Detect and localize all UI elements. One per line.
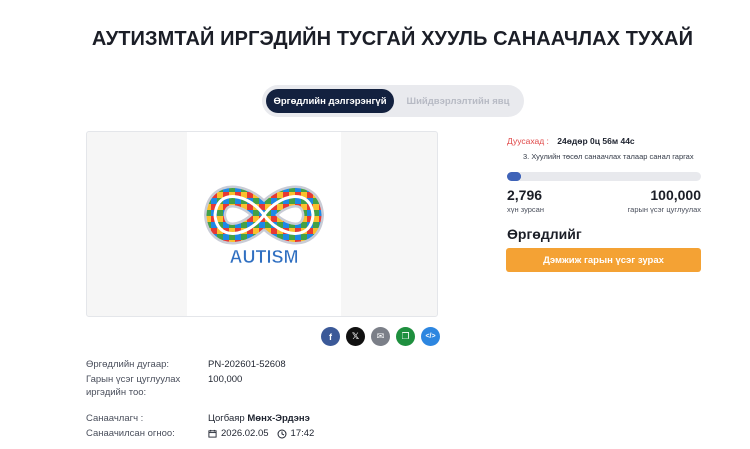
clock-icon — [277, 429, 287, 438]
target-value: 100,000 — [208, 374, 243, 385]
calendar-icon — [208, 429, 217, 438]
signed-label: хүн зурсан — [507, 205, 544, 214]
current-step: 3. Хуулийн төсөл санаачлах талаар санал … — [523, 152, 694, 161]
target-label-line2: иргэдийн тоо: — [86, 387, 147, 398]
initiator-name: Цогбаяр Мөнх-Эрдэнэ — [208, 412, 310, 425]
copy-icon: ❐ — [401, 331, 410, 341]
petition-image: AUTISM — [86, 131, 438, 317]
petition-number-value: PN-202601-52608 — [208, 359, 286, 370]
time-value: 17:42 — [290, 428, 315, 439]
autism-logo-text: AUTISM — [230, 247, 299, 267]
x-share-button[interactable]: 𝕏 — [346, 327, 365, 346]
sign-heading: Өргөдлийг — [507, 226, 582, 242]
page-title: АУТИЗМТАЙ ИРГЭДИЙН ТУСГАЙ ХУУЛЬ САНААЧЛА… — [91, 28, 694, 50]
date-label: Санаачилсан огноо: — [86, 428, 175, 439]
share-bar: f 𝕏 ✉ ❐ </> — [321, 327, 440, 346]
tab-petition-details[interactable]: Өргөдлийн дэлгэрэнгүй — [266, 89, 394, 113]
initiator-last-name: Мөнх-Эрдэнэ — [247, 413, 310, 424]
goal-count: 100,000 — [650, 187, 701, 203]
embed-icon: </> — [425, 333, 436, 340]
date-time: 2026.02.05 17:42 — [208, 427, 314, 440]
signature-progress-bar — [507, 172, 701, 181]
date-value: 2026.02.05 — [221, 428, 269, 439]
facebook-share-button[interactable]: f — [321, 327, 340, 346]
signed-count: 2,796 — [507, 187, 543, 203]
embed-button[interactable]: </> — [421, 327, 440, 346]
petition-number-label: Өргөдлийн дугаар: — [86, 359, 170, 370]
target-label-line1: Гарын үсэг цуглуулах — [86, 374, 181, 385]
x-icon: 𝕏 — [351, 331, 360, 341]
tab-resolution-progress[interactable]: Шийдвэрлэлтийн явц — [396, 89, 520, 113]
initiator-first-name: Цогбаяр — [208, 413, 245, 424]
sign-petition-button[interactable]: Дэмжиж гарын үсэг зурах — [506, 248, 701, 272]
deadline: Дуусахад : 24өдөр 0ц 56м 44с — [507, 136, 635, 146]
facebook-icon: f — [329, 331, 332, 342]
copy-link-button[interactable]: ❐ — [396, 327, 415, 346]
email-share-button[interactable]: ✉ — [371, 327, 390, 346]
tab-bar: Өргөдлийн дэлгэрэнгүй Шийдвэрлэлтийн явц — [262, 85, 524, 117]
initiator-label: Санаачлагч : — [86, 413, 144, 424]
deadline-label: Дуусахад : — [507, 136, 549, 146]
progress-knob — [512, 172, 522, 181]
deadline-countdown: 24өдөр 0ц 56м 44с — [557, 136, 635, 146]
autism-logo-icon: AUTISM — [204, 185, 324, 267]
goal-label: гарын үсэг цуглуулах — [627, 205, 701, 214]
image-canvas: AUTISM — [187, 132, 341, 316]
mail-icon: ✉ — [376, 331, 385, 341]
